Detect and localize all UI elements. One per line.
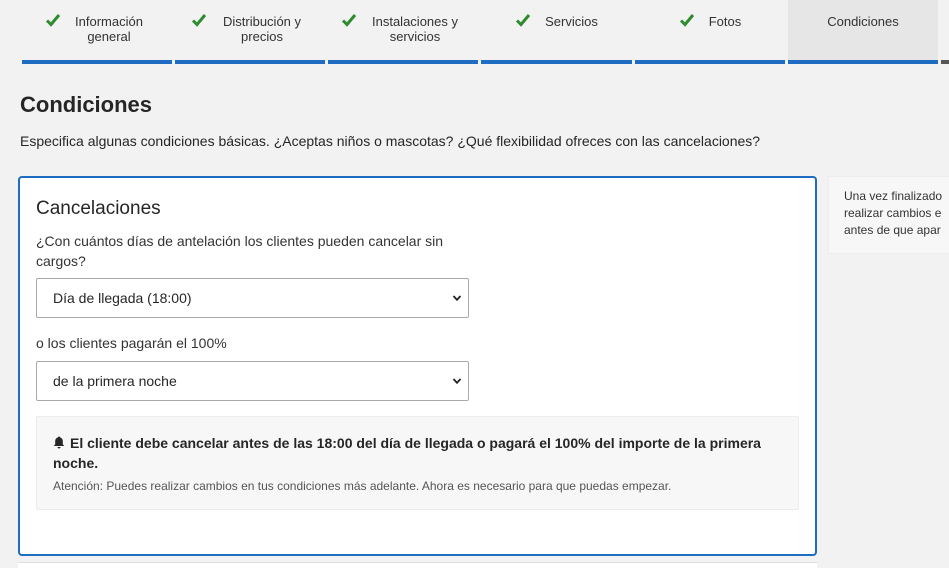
notice-main: El cliente debe cancelar antes de las 18… (53, 433, 783, 473)
checkmark-icon (341, 14, 357, 27)
step-progress-bar-next (941, 60, 949, 64)
notice-hint: Atención: Puedes realizar cambios en tus… (53, 479, 672, 493)
sidebar-text-line: Una vez finalizado (844, 189, 943, 203)
step-progress-bar (788, 60, 938, 64)
info-sidebar: Una vez finalizado realizar cambios e an… (828, 176, 949, 254)
policy-summary-notice: El cliente debe cancelar antes de las 18… (36, 416, 799, 510)
step-condiciones[interactable]: Condiciones (788, 0, 938, 64)
sidebar-text-line: antes de que apar (844, 223, 941, 237)
checkmark-icon (516, 14, 531, 27)
bell-icon (53, 436, 65, 449)
page-title: Condiciones (20, 92, 153, 117)
step-progress-bar (481, 60, 632, 64)
chevron-down-icon (452, 295, 462, 302)
step-progress-bar (328, 60, 478, 64)
deadline-question: ¿Con cuántos días de antelación los clie… (36, 233, 444, 269)
notice-text: El cliente debe cancelar antes de las 18… (53, 435, 761, 471)
step-distribucion-precios[interactable]: Distribución y precios (175, 0, 325, 64)
page-intro: Especifica algunas condiciones básicas. … (20, 133, 761, 149)
step-label: Información general (75, 14, 143, 44)
step-instalaciones-servicios[interactable]: Instalaciones y servicios (328, 0, 478, 64)
fee-label: o los clientes pagarán el 100% (36, 335, 227, 351)
card-title: Cancelaciones (36, 198, 161, 219)
checkmark-icon (679, 14, 694, 27)
step-progress-bar (22, 60, 172, 64)
deadline-selected-value: Día de llegada (18:00) (53, 290, 192, 306)
fee-selected-value: de la primera noche (53, 373, 177, 389)
step-progress-bar (175, 60, 325, 64)
step-label: Servicios (545, 14, 598, 29)
step-label: Fotos (708, 14, 742, 29)
step-label: Distribución y precios (222, 14, 302, 44)
sidebar-text-line: realizar cambios e (844, 206, 942, 220)
step-fotos[interactable]: Fotos (635, 0, 785, 64)
step-informacion-general[interactable]: Información general (22, 0, 172, 64)
step-servicios[interactable]: Servicios (481, 0, 632, 64)
deadline-select[interactable]: Día de llegada (18:00) (36, 278, 469, 318)
fee-select[interactable]: de la primera noche (36, 361, 469, 401)
step-label: Condiciones (827, 14, 899, 29)
checkmark-icon (191, 14, 207, 27)
step-label: Instalaciones y servicios (372, 14, 458, 44)
step-progress-bar (635, 60, 785, 64)
chevron-down-icon (452, 378, 462, 385)
progress-stepper: Información general Distribución y preci… (0, 0, 949, 64)
next-card (18, 562, 817, 568)
checkmark-icon (45, 14, 61, 27)
cancellations-card: Cancelaciones ¿Con cuántos días de antel… (18, 176, 817, 556)
